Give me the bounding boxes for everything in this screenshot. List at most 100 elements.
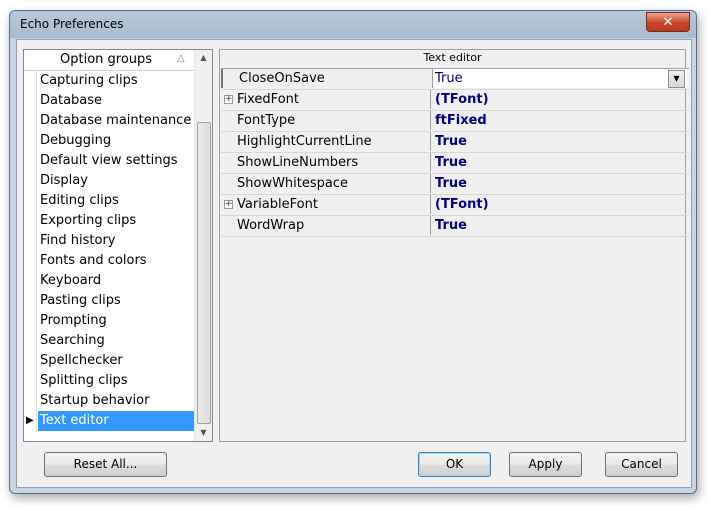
property-value: ftFixed [435, 113, 487, 128]
group-item[interactable]: Debugging [24, 131, 194, 151]
group-item[interactable]: Searching [24, 331, 194, 351]
group-item-label: Default view settings [40, 153, 178, 168]
apply-button[interactable]: Apply [509, 452, 582, 477]
property-value: True [435, 134, 467, 149]
property-value-cell[interactable]: True ▼ [433, 69, 687, 88]
group-item[interactable]: Exporting clips [24, 211, 194, 231]
property-row[interactable]: + VariableFont (TFont) [221, 195, 689, 216]
row-indicator [24, 351, 37, 371]
editor-title: Text editor [423, 51, 482, 64]
property-name-cell[interactable]: HighlightCurrentLine [221, 132, 431, 151]
scrollbar-thumb[interactable] [197, 122, 211, 424]
group-item[interactable]: Capturing clips [24, 71, 194, 91]
property-name-cell[interactable]: + FixedFont [221, 90, 431, 109]
reset-all-button[interactable]: Reset All... [44, 452, 167, 477]
group-item[interactable]: Prompting [24, 311, 194, 331]
cancel-button[interactable]: Cancel [605, 452, 678, 477]
property-name-cell[interactable]: ShowWhitespace [221, 174, 431, 193]
group-item-label: Searching [40, 333, 105, 348]
property-name: FontType [237, 113, 296, 128]
row-indicator [24, 311, 37, 331]
group-item-label: Splitting clips [40, 373, 128, 388]
close-button[interactable]: ✕ [646, 12, 690, 32]
property-value: (TFont) [435, 92, 489, 107]
row-indicator [24, 211, 37, 231]
expand-icon[interactable]: + [224, 200, 233, 209]
property-row[interactable]: ShowLineNumbers True [221, 153, 689, 174]
row-indicator [24, 271, 37, 291]
vertical-scrollbar[interactable]: ▲ ▼ [194, 50, 212, 441]
property-row[interactable]: HighlightCurrentLine True [221, 132, 689, 153]
property-name: HighlightCurrentLine [237, 134, 372, 149]
property-row[interactable]: WordWrap True [221, 216, 689, 237]
property-name-cell[interactable]: WordWrap [221, 216, 431, 235]
expand-icon[interactable]: + [224, 95, 233, 104]
property-name-cell[interactable]: ShowLineNumbers [221, 153, 431, 172]
group-item-label: Fonts and colors [40, 253, 147, 268]
group-item-label: Keyboard [40, 273, 102, 288]
property-value-cell[interactable]: ftFixed [433, 111, 687, 130]
property-row[interactable]: FontType ftFixed [221, 111, 689, 132]
property-editor: Text editor CloseOnSave True ▼ + FixedFont (T… [219, 49, 689, 442]
property-name-cell[interactable]: FontType [221, 111, 431, 130]
property-value: True [435, 218, 467, 233]
row-indicator [24, 131, 37, 151]
property-name: ShowLineNumbers [237, 155, 359, 170]
property-row[interactable]: ShowWhitespace True [221, 174, 689, 195]
group-item-label: Spellchecker [40, 353, 123, 368]
group-item[interactable]: Pasting clips [24, 291, 194, 311]
row-indicator [24, 71, 37, 91]
scroll-down-icon[interactable]: ▼ [196, 425, 211, 441]
group-item[interactable]: Editing clips [24, 191, 194, 211]
property-name: FixedFont [237, 92, 299, 107]
property-name: CloseOnSave [239, 71, 325, 86]
property-value-cell[interactable]: True [433, 174, 687, 193]
group-item[interactable]: ▶ Text editor [24, 411, 194, 431]
group-item-label: Capturing clips [40, 73, 138, 88]
property-grid: CloseOnSave True ▼ + FixedFont (TFont) FontTyp… [221, 68, 689, 237]
option-groups-list[interactable]: Option groups △ Capturing clips Database D… [23, 49, 213, 442]
group-item-label: Debugging [40, 133, 112, 148]
property-value-cell[interactable]: True [433, 216, 687, 235]
row-indicator [24, 171, 37, 191]
property-value-cell[interactable]: (TFont) [433, 90, 687, 109]
dialog-body: Option groups △ Capturing clips Database D… [16, 39, 692, 488]
scroll-up-icon[interactable]: ▲ [196, 50, 211, 66]
property-name-cell[interactable]: + VariableFont [221, 195, 431, 214]
group-item[interactable]: Display [24, 171, 194, 191]
group-item-label: Database maintenance [40, 113, 192, 128]
window-title: Echo Preferences [20, 17, 124, 31]
sort-ascending-icon: △ [177, 53, 185, 64]
property-value: True [435, 71, 463, 86]
property-value-cell[interactable]: True [433, 153, 687, 172]
group-item[interactable]: Splitting clips [24, 371, 194, 391]
row-indicator [24, 91, 37, 111]
property-name-cell[interactable]: CloseOnSave [221, 69, 433, 88]
group-item[interactable]: Keyboard [24, 271, 194, 291]
group-item[interactable]: Default view settings [24, 151, 194, 171]
option-groups-header[interactable]: Option groups △ [24, 50, 194, 71]
row-indicator [24, 191, 37, 211]
row-indicator [24, 391, 37, 411]
group-item[interactable]: Find history [24, 231, 194, 251]
group-item-label: Prompting [40, 313, 107, 328]
group-item[interactable]: Spellchecker [24, 351, 194, 371]
close-icon: ✕ [662, 14, 674, 30]
group-item-label: Display [40, 173, 88, 188]
title-bar[interactable]: Echo Preferences ✕ [10, 11, 696, 38]
dropdown-arrow-icon[interactable]: ▼ [668, 70, 685, 88]
ok-button[interactable]: OK [418, 452, 491, 477]
property-value-cell[interactable]: True [433, 132, 687, 151]
group-item-label: Text editor [38, 411, 194, 431]
property-value: True [435, 176, 467, 191]
group-item[interactable]: Database maintenance [24, 111, 194, 131]
group-items: Capturing clips Database Database maintena… [24, 71, 194, 431]
property-row[interactable]: CloseOnSave True ▼ [221, 69, 689, 90]
group-item[interactable]: Fonts and colors [24, 251, 194, 271]
property-value-cell[interactable]: (TFont) [433, 195, 687, 214]
group-item[interactable]: Startup behavior [24, 391, 194, 411]
group-item[interactable]: Database [24, 91, 194, 111]
property-row[interactable]: + FixedFont (TFont) [221, 90, 689, 111]
row-indicator [24, 291, 37, 311]
group-item-label: Pasting clips [40, 293, 121, 308]
